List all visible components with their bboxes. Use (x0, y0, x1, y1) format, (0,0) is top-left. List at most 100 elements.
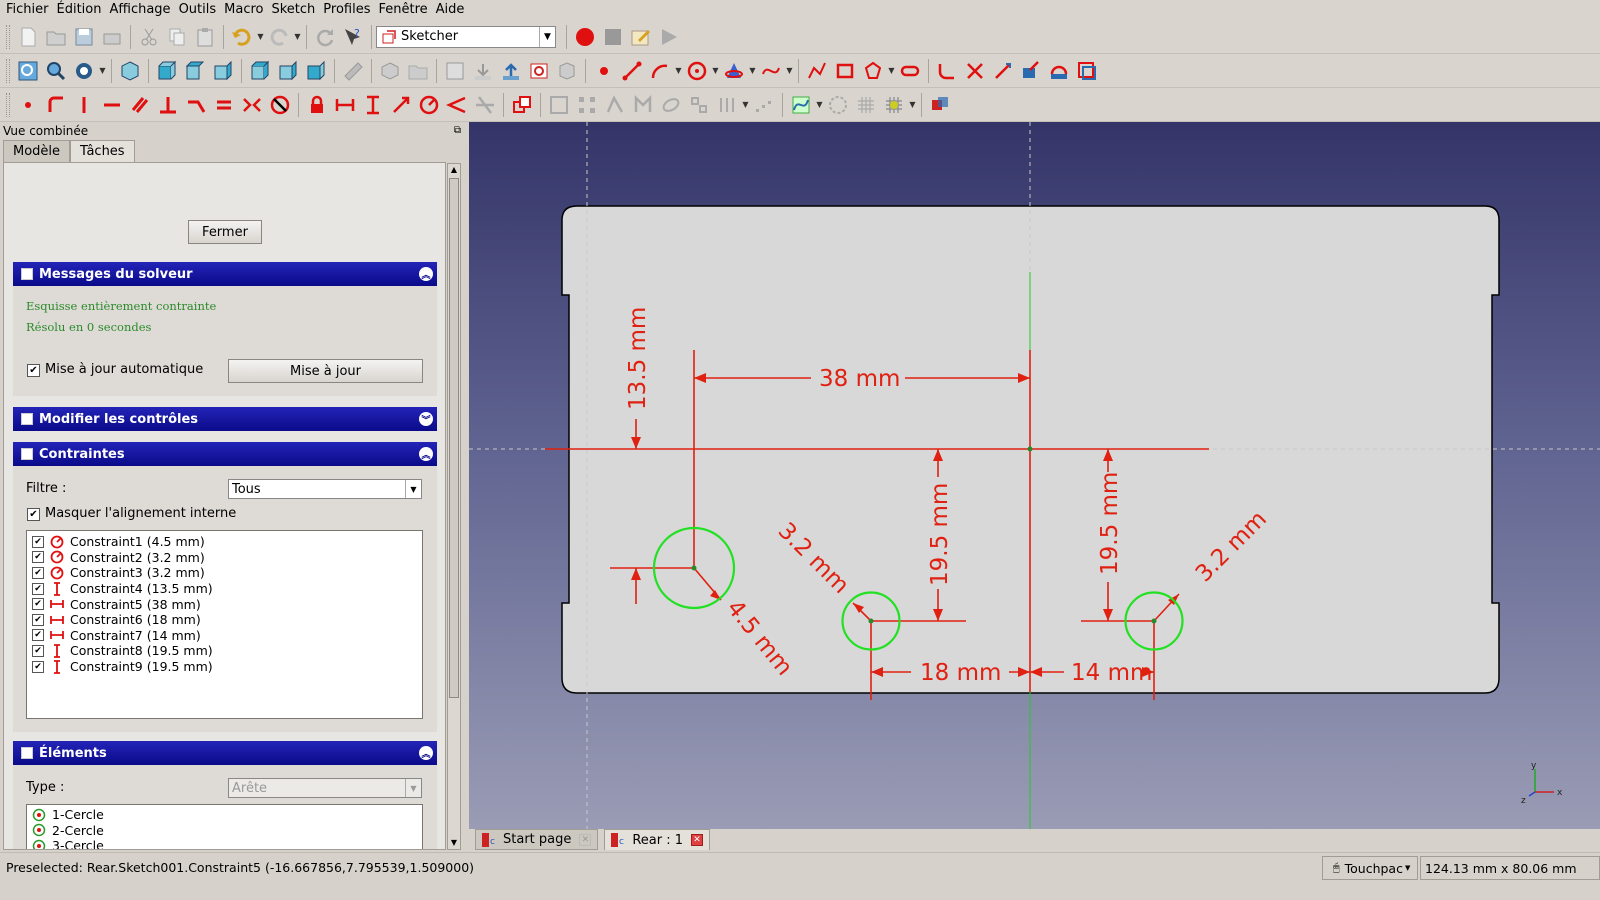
view-sketch-icon[interactable] (441, 57, 469, 85)
tab-start-page[interactable]: c Start page ✕ (475, 829, 599, 850)
conic-dropdown-icon[interactable]: ▼ (748, 57, 757, 85)
undo-dropdown-icon[interactable]: ▼ (256, 23, 265, 51)
circle-icon[interactable] (683, 57, 711, 85)
constraint-row[interactable]: ✔ Constraint2 (3.2 mm) (27, 550, 422, 566)
toolbar-grip[interactable] (6, 92, 10, 117)
menu-edition[interactable]: Édition (53, 0, 106, 20)
select-conflicting-icon[interactable] (545, 91, 573, 119)
point-icon[interactable] (590, 57, 618, 85)
refresh-icon[interactable] (311, 23, 339, 51)
tab-rear-1[interactable]: c Rear : 1 ✕ (604, 829, 711, 850)
constraint-row[interactable]: ✔ Constraint9 (19.5 mm) (27, 659, 422, 675)
checkbox[interactable]: ✔ (32, 535, 44, 548)
symmetry-icon[interactable] (657, 91, 685, 119)
constraint-row[interactable]: ✔ Constraint7 (14 mm) (27, 628, 422, 644)
constrain-symmetric-icon[interactable] (238, 91, 266, 119)
paste-icon[interactable] (191, 23, 219, 51)
extend-icon[interactable] (989, 57, 1017, 85)
top-view-icon[interactable] (181, 57, 209, 85)
constrain-lock-icon[interactable] (303, 91, 331, 119)
checkbox[interactable]: ✔ (32, 566, 44, 579)
constrain-horizontal-icon[interactable] (98, 91, 126, 119)
checkbox[interactable]: ✔ (32, 551, 44, 564)
checkbox[interactable]: ✔ (32, 644, 44, 657)
grid-icon[interactable] (852, 91, 880, 119)
new-file-icon[interactable] (14, 23, 42, 51)
menu-sketch[interactable]: Sketch (267, 0, 319, 20)
toggle-driving-icon[interactable] (508, 91, 536, 119)
bottom-view-icon[interactable] (274, 57, 302, 85)
constraint-row[interactable]: ✔ Constraint4 (13.5 mm) (27, 581, 422, 597)
bspline-dropdown-icon[interactable]: ▼ (815, 91, 824, 119)
tab-taches[interactable]: Tâches (70, 140, 135, 162)
stop-macro-icon[interactable] (599, 23, 627, 51)
copy-geometry-icon[interactable] (713, 91, 741, 119)
fit-selection-icon[interactable] (42, 57, 70, 85)
toolbar-grip[interactable] (6, 58, 10, 83)
constrain-vertical-distance-icon[interactable] (359, 91, 387, 119)
external-geometry-icon[interactable] (1017, 57, 1045, 85)
constraint-row[interactable]: ✔ Constraint1 (4.5 mm) (27, 534, 422, 550)
dim-label-38mm[interactable]: 38 mm (819, 366, 900, 392)
expand-icon[interactable]: ︾ (419, 412, 433, 426)
bspline-dropdown-icon[interactable]: ▼ (785, 57, 794, 85)
constraint-row[interactable]: ✔ Constraint3 (3.2 mm) (27, 565, 422, 581)
circle-1-center[interactable] (691, 565, 697, 571)
left-view-icon[interactable] (302, 57, 330, 85)
bspline-degree-icon[interactable] (787, 91, 815, 119)
polyline-icon[interactable] (803, 57, 831, 85)
whats-this-icon[interactable]: ? (339, 23, 367, 51)
checkbox[interactable]: ✔ (32, 613, 44, 626)
close-icon[interactable]: ✕ (691, 834, 704, 846)
construction-mode-icon[interactable] (1073, 57, 1101, 85)
dim-label-19-5mm-right[interactable]: 19.5 mm (1097, 472, 1123, 575)
constrain-vertical-icon[interactable] (70, 91, 98, 119)
checkbox[interactable]: ✔ (32, 582, 44, 595)
select-elements-icon[interactable] (601, 91, 629, 119)
collapse-icon[interactable]: ︽ (419, 267, 433, 281)
sketch-canvas[interactable]: 38 mm 13.5 mm 19.5 mm 19.5 mm 4.5 mm 3.2… (469, 122, 1600, 829)
constrain-horizontal-distance-icon[interactable] (331, 91, 359, 119)
circle-2-center[interactable] (868, 618, 874, 624)
toolbar-grip[interactable] (6, 24, 10, 49)
redo-dropdown-icon[interactable]: ▼ (293, 23, 302, 51)
scrollbar-thumb[interactable] (449, 178, 459, 698)
rendering-order-icon[interactable] (926, 91, 954, 119)
right-view-icon[interactable] (209, 57, 237, 85)
reorient-sketch-icon[interactable] (497, 57, 525, 85)
circle-3-center[interactable] (1151, 618, 1157, 624)
dim-label-13-5mm[interactable]: 13.5 mm (625, 307, 651, 410)
constrain-equal-icon[interactable] (210, 91, 238, 119)
rectangular-array-icon[interactable] (750, 91, 778, 119)
dim-label-18mm[interactable]: 18 mm (920, 660, 1001, 686)
constrain-parallel-icon[interactable] (126, 91, 154, 119)
trim-icon[interactable] (961, 57, 989, 85)
collapse-icon[interactable]: ︽ (419, 746, 433, 760)
constrain-radius-icon[interactable] (415, 91, 443, 119)
record-macro-icon[interactable] (571, 23, 599, 51)
solver-messages-header[interactable]: Messages du solveur ︽ (13, 262, 437, 286)
isometric-view-icon[interactable] (116, 57, 144, 85)
constrain-tangent-icon[interactable] (182, 91, 210, 119)
constraints-list[interactable]: ✔ Constraint1 (4.5 mm) ✔ Constraint2 (3.2 … (26, 530, 423, 719)
collapse-icon[interactable]: ︽ (419, 447, 433, 461)
copy-dropdown-icon[interactable]: ▼ (741, 91, 750, 119)
constrain-coincident-icon[interactable] (14, 91, 42, 119)
sketch-3d-view[interactable]: 38 mm 13.5 mm 19.5 mm 19.5 mm 4.5 mm 3.2… (469, 122, 1600, 829)
constraint-row[interactable]: ✔ Constraint5 (38 mm) (27, 596, 422, 612)
element-row[interactable]: 2-Cercle (27, 823, 422, 839)
cut-icon[interactable] (135, 23, 163, 51)
menu-aide[interactable]: Aide (432, 0, 469, 20)
select-redundant-icon[interactable] (573, 91, 601, 119)
copy-icon[interactable] (163, 23, 191, 51)
save-icon[interactable] (70, 23, 98, 51)
undo-icon[interactable] (228, 23, 256, 51)
checkbox[interactable]: ✔ (32, 629, 44, 642)
front-view-icon[interactable] (153, 57, 181, 85)
element-row[interactable]: 3-Cercle (27, 838, 422, 849)
run-macro-icon[interactable] (655, 23, 683, 51)
conic-icon[interactable] (720, 57, 748, 85)
constrain-snell-icon[interactable] (471, 91, 499, 119)
rectangle-icon[interactable] (831, 57, 859, 85)
origin-point[interactable] (1027, 446, 1033, 452)
